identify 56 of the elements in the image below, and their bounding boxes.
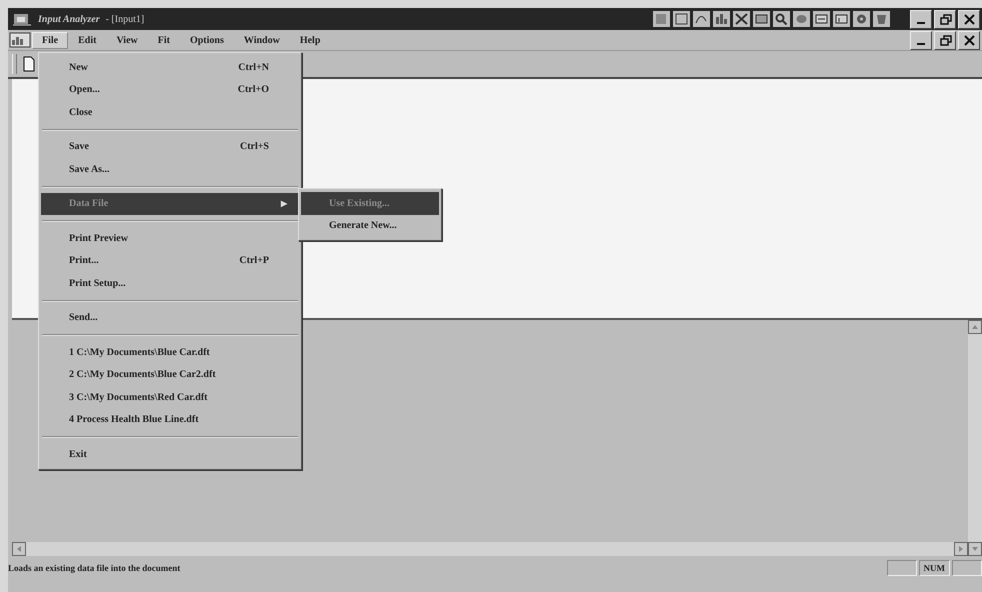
scroll-right-icon[interactable] [954, 542, 968, 556]
document-chart-icon[interactable] [8, 31, 32, 49]
menu-bar-item[interactable]: Fit [148, 32, 180, 48]
document-title: - [Input1] [106, 14, 144, 24]
app-icon[interactable] [12, 11, 32, 27]
menu-bar-item[interactable]: File [32, 32, 68, 48]
menu-item[interactable]: Print Preview [41, 227, 299, 250]
menu-item[interactable]: Send... [41, 306, 299, 329]
menu-item[interactable]: Data File ▶ [41, 192, 299, 215]
restore-icon [938, 34, 952, 46]
close-button[interactable] [958, 10, 980, 28]
menu-bar-item[interactable]: Options [180, 32, 234, 48]
close-icon [962, 12, 976, 26]
magnifier-icon[interactable] [773, 11, 790, 27]
vertical-scrollbar[interactable] [968, 320, 982, 556]
close-button[interactable] [958, 30, 980, 50]
submenu-arrow-icon: ▶ [281, 199, 287, 208]
scroll-left-icon[interactable] [12, 542, 26, 556]
menu-item[interactable]: Print Setup... [41, 272, 299, 294]
scroll-up-icon[interactable] [968, 320, 982, 334]
minimize-icon [917, 43, 925, 45]
status-panel [886, 560, 916, 576]
menu-bar-item[interactable]: Edit [68, 32, 106, 48]
menu-bar-item[interactable]: Window [234, 32, 290, 48]
menu-item[interactable]: New Ctrl+N [41, 56, 299, 78]
menu-bar-item[interactable]: View [106, 32, 148, 48]
cross-icon[interactable] [733, 11, 750, 27]
menu-item[interactable]: 4 Process Health Blue Line.dft [41, 408, 299, 431]
histogram-icon[interactable] [713, 11, 730, 27]
window-icon[interactable] [673, 11, 690, 27]
menu-item[interactable]: Open... Ctrl+O [41, 78, 299, 101]
window-title: Input Analyzer [38, 14, 100, 24]
menu-item[interactable]: 3 C:\My Documents\Red Car.dft [41, 386, 299, 408]
restore-button[interactable] [934, 10, 956, 28]
menu-item[interactable]: Save As... [41, 158, 299, 180]
horizontal-scrollbar[interactable] [12, 542, 968, 556]
menu-item[interactable]: Save Ctrl+S [41, 136, 299, 158]
restore-icon [938, 12, 952, 26]
menu-item[interactable]: Exit [41, 443, 299, 466]
menu-item[interactable]: 1 C:\My Documents\Blue Car.dft [41, 341, 299, 364]
menu-item[interactable]: Close [41, 101, 299, 124]
close-icon [962, 34, 976, 46]
status-panel: NUM [918, 560, 950, 576]
curve-icon[interactable] [693, 11, 710, 27]
minimize-button[interactable] [910, 10, 932, 28]
status-panel [952, 560, 982, 576]
menu-bar-item[interactable]: Help [290, 32, 330, 48]
minimize-icon [917, 22, 925, 24]
menu-item[interactable]: Print... Ctrl+P [41, 250, 299, 272]
scroll-down-icon[interactable] [968, 542, 982, 556]
status-message: Loads an existing data file into the document [8, 563, 182, 573]
minimize-button[interactable] [910, 30, 932, 50]
menu-item[interactable]: Generate New... [301, 214, 439, 237]
trash-icon[interactable] [873, 11, 890, 27]
menu-item[interactable]: 2 C:\My Documents\Blue Car2.dft [41, 364, 299, 386]
restore-button[interactable] [934, 30, 956, 50]
